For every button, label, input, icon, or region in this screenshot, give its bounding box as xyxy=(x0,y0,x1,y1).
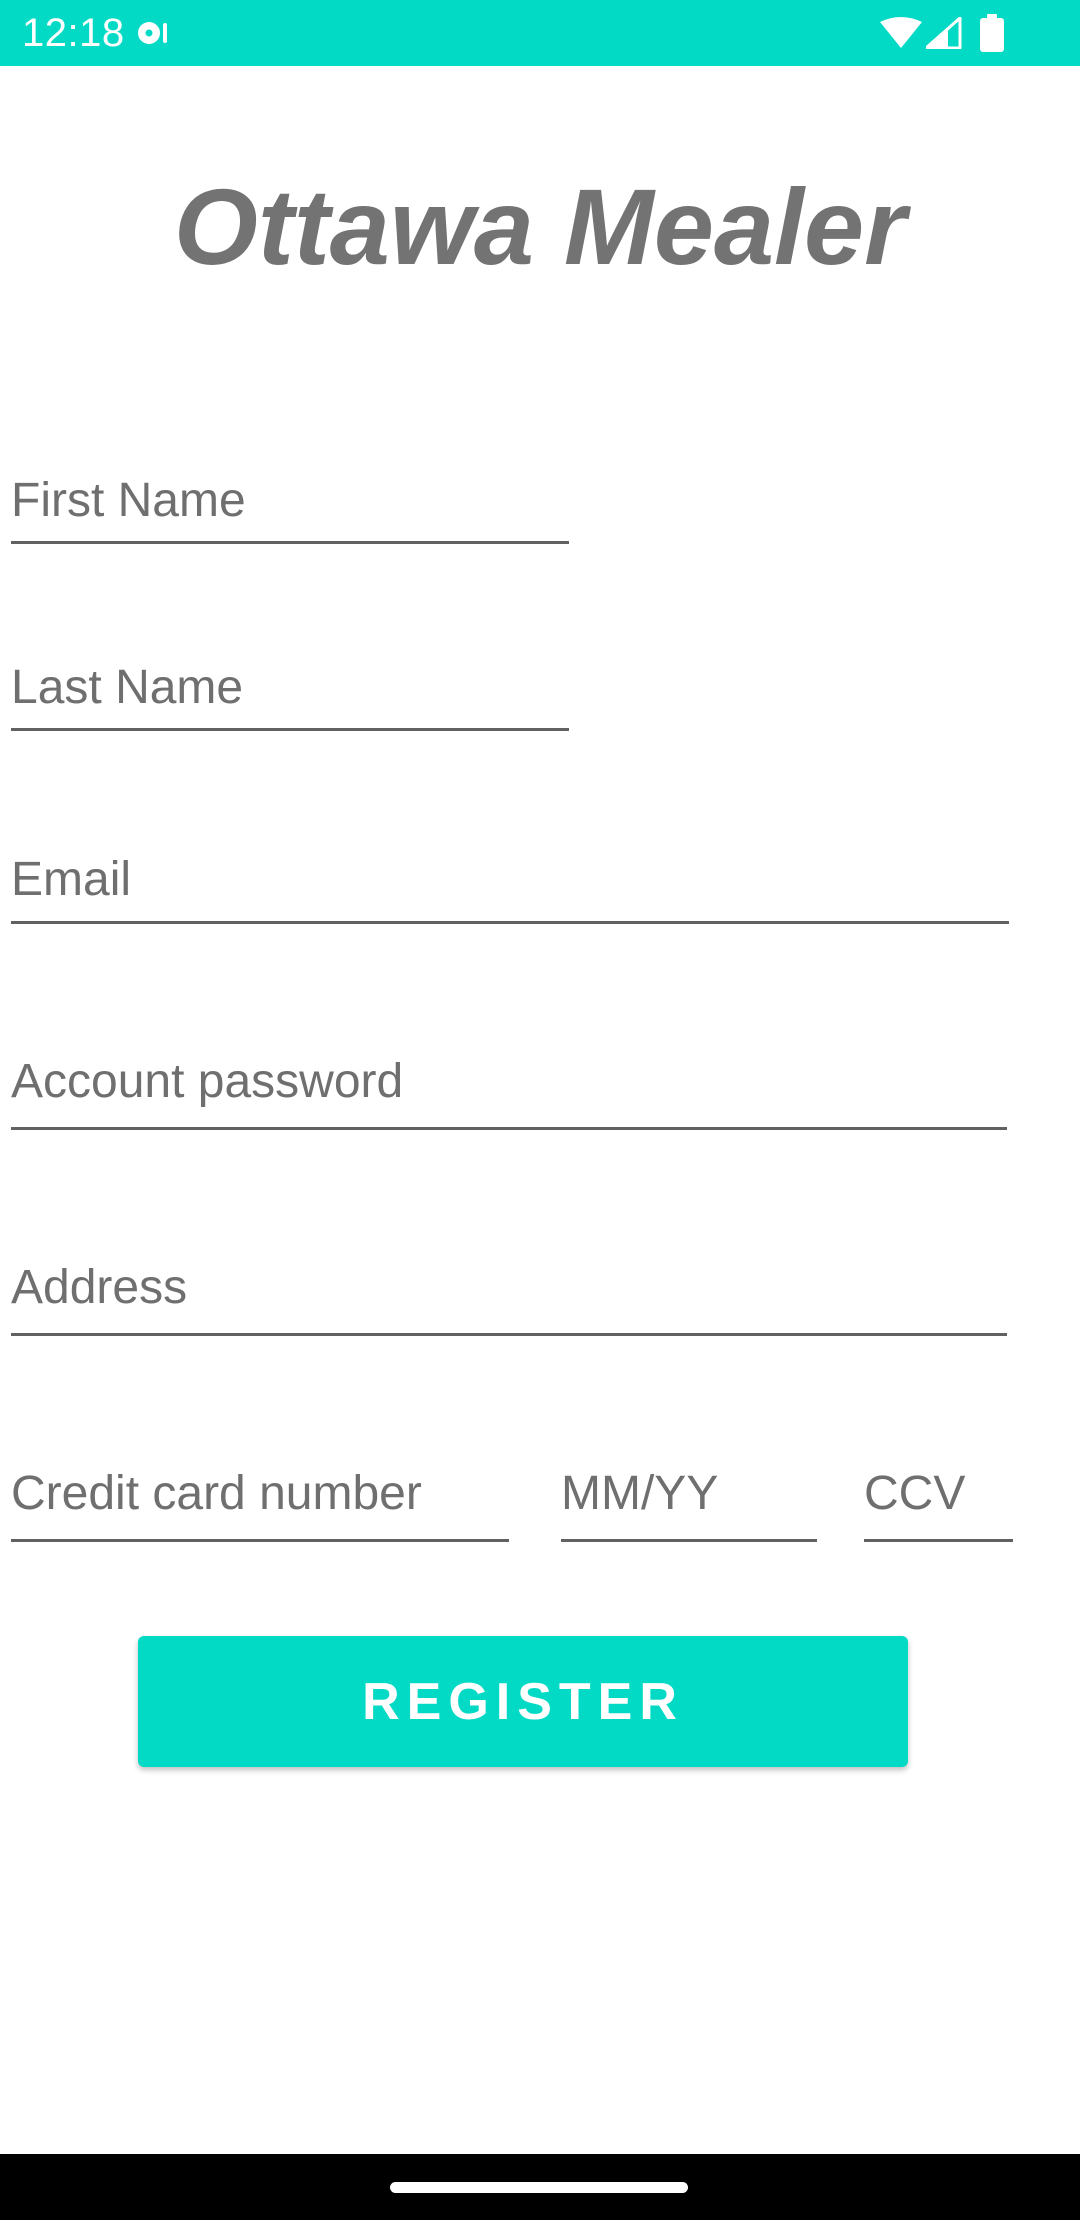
password-field[interactable] xyxy=(11,1036,1007,1130)
first-name-field[interactable] xyxy=(11,460,569,544)
battery-icon xyxy=(980,14,1004,52)
navigation-bar xyxy=(0,2154,1080,2220)
notification-icon xyxy=(138,22,167,44)
status-bar: 12:18 xyxy=(0,0,1080,66)
status-time: 12:18 xyxy=(22,11,125,55)
address-field[interactable] xyxy=(11,1242,1007,1336)
card-ccv-field[interactable] xyxy=(864,1448,1013,1542)
credit-card-number-field[interactable] xyxy=(11,1448,509,1542)
app-title: Ottawa Mealer xyxy=(173,166,907,287)
wifi-icon xyxy=(880,17,922,48)
home-handle[interactable] xyxy=(390,2182,688,2193)
cell-signal-icon xyxy=(926,17,962,49)
email-field[interactable] xyxy=(11,838,1009,924)
last-name-field[interactable] xyxy=(11,647,569,731)
register-button[interactable]: REGISTER xyxy=(138,1636,908,1767)
card-expiry-field[interactable] xyxy=(561,1448,817,1542)
